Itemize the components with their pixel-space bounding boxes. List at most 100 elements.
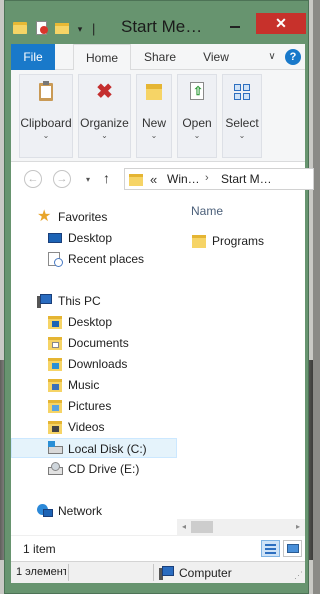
scroll-right-icon[interactable]: ▸	[291, 519, 305, 535]
forward-button[interactable]: →	[53, 170, 71, 188]
folder-icon	[129, 172, 143, 186]
tree-item-network[interactable]: Network	[11, 501, 177, 521]
status-bar: 1 элемент Computer ⋰	[11, 561, 305, 583]
list-item-programs[interactable]: Programs	[189, 231, 299, 251]
recent-places-icon	[47, 251, 63, 267]
cd-drive-icon	[47, 461, 63, 477]
tree-item-label: Favorites	[58, 210, 108, 224]
clipboard-button[interactable]: Clipboard ⌄	[19, 74, 73, 158]
chevron-down-icon: ⌄	[193, 131, 201, 140]
tree-item-label: Music	[68, 378, 100, 392]
tab-share[interactable]: Share	[135, 44, 185, 70]
status-row: 1 item	[11, 535, 305, 561]
network-icon	[37, 503, 53, 519]
computer-icon	[37, 293, 53, 309]
new-button[interactable]: New ⌄	[136, 74, 172, 158]
up-button[interactable]: ↑	[103, 170, 110, 186]
new-folder-icon[interactable]	[55, 20, 71, 36]
content-area: ★ Favorites Desktop Recent places This P…	[11, 195, 305, 535]
scroll-left-icon[interactable]: ◂	[177, 519, 191, 535]
clipboard-icon	[35, 81, 57, 103]
organize-label: Organize	[80, 116, 129, 130]
quick-access-dropdown-icon[interactable]: ▾	[72, 22, 88, 36]
tree-item-recent-places[interactable]: Recent places	[11, 249, 177, 269]
tab-view[interactable]: View	[193, 44, 239, 70]
properties-icon[interactable]	[34, 20, 50, 36]
breadcrumb-windows[interactable]: Win…	[167, 172, 200, 186]
status-bar-location: Computer	[179, 566, 232, 580]
recent-locations-icon[interactable]: ▾	[86, 175, 90, 184]
title-bar[interactable]: ▾ | Start Me… ✕	[5, 1, 308, 41]
tree-item-documents[interactable]: Documents	[11, 333, 177, 353]
back-button[interactable]: ←	[24, 170, 42, 188]
select-label: Select	[225, 116, 259, 130]
videos-folder-icon	[47, 419, 63, 435]
music-folder-icon	[47, 377, 63, 393]
help-icon[interactable]: ?	[285, 49, 301, 65]
ribbon-collapse-icon[interactable]: ∨	[265, 50, 279, 64]
desktop-folder-icon	[47, 314, 63, 330]
breadcrumb-separator[interactable]: ›	[205, 172, 209, 184]
large-icons-view-button[interactable]	[283, 540, 302, 557]
details-view-button[interactable]	[261, 540, 280, 557]
open-label: Open	[182, 116, 212, 130]
documents-folder-icon	[47, 335, 63, 351]
tree-item-label: Local Disk (C:)	[68, 442, 147, 456]
tree-item-label: Recent places	[68, 252, 145, 266]
tree-item-label: CD Drive (E:)	[68, 462, 140, 476]
column-header-name[interactable]: Name	[191, 204, 223, 218]
open-button[interactable]: ⇧ Open ⌄	[177, 74, 217, 158]
computer-icon	[159, 565, 175, 581]
title-separator: |	[92, 21, 96, 36]
minimize-icon	[230, 26, 240, 28]
close-button[interactable]: ✕	[256, 13, 306, 34]
chevron-down-icon: ⌄	[101, 131, 108, 140]
select-button[interactable]: Select ⌄	[222, 74, 262, 158]
tree-item-label: This PC	[58, 294, 101, 308]
resize-grip-icon[interactable]: ⋰	[294, 570, 303, 581]
tree-item-downloads[interactable]: Downloads	[11, 354, 177, 374]
star-icon: ★	[37, 208, 52, 225]
horizontal-scrollbar[interactable]: ◂ ▸	[177, 519, 305, 535]
details-view-icon	[265, 544, 276, 546]
tree-item-music[interactable]: Music	[11, 375, 177, 395]
pictures-folder-icon	[47, 398, 63, 414]
tree-item-local-disk[interactable]: Local Disk (C:)	[11, 438, 177, 458]
tab-home[interactable]: Home	[73, 44, 131, 71]
explorer-window: ▾ | Start Me… ✕ File Home Share View ∨ ?…	[4, 0, 314, 594]
file-list: Name Programs	[177, 195, 305, 535]
organize-button[interactable]: ✖ Organize ⌄	[78, 74, 131, 158]
tree-item-pc-desktop[interactable]: Desktop	[11, 312, 177, 332]
tree-item-desktop[interactable]: Desktop	[11, 228, 177, 248]
folder-icon	[191, 233, 207, 249]
list-item-label: Programs	[212, 234, 265, 248]
minimize-button[interactable]	[222, 13, 248, 34]
select-icon	[231, 81, 253, 103]
new-folder-icon	[143, 81, 165, 103]
tree-item-label: Videos	[68, 420, 105, 434]
tree-item-cd-drive[interactable]: CD Drive (E:)	[11, 459, 177, 479]
tree-item-label: Downloads	[68, 357, 128, 371]
window-title: Start Me…	[121, 17, 203, 36]
navigation-bar: ← → ▾ ↑ « Win… › Start M…	[11, 162, 314, 195]
tree-item-label: Desktop	[68, 231, 113, 245]
address-bar[interactable]: « Win… › Start M…	[124, 168, 314, 190]
tree-item-videos[interactable]: Videos	[11, 417, 177, 437]
chevron-down-icon: ⌄	[42, 131, 50, 140]
ribbon-body: Clipboard ⌄ ✖ Organize ⌄ New ⌄ ⇧ Open ⌄ …	[11, 70, 305, 162]
new-label: New	[141, 116, 166, 130]
tree-item-label: Documents	[68, 336, 129, 350]
organize-icon: ✖	[96, 81, 113, 103]
tree-item-favorites[interactable]: ★ Favorites	[11, 207, 177, 227]
breadcrumb-start-menu[interactable]: Start M…	[221, 172, 272, 186]
item-count: 1 item	[23, 542, 56, 556]
local-disk-icon	[47, 441, 63, 457]
scrollbar-thumb[interactable]	[191, 521, 213, 533]
address-overflow[interactable]: «	[150, 172, 157, 187]
tree-item-this-pc[interactable]: This PC	[11, 291, 177, 311]
tree-item-pictures[interactable]: Pictures	[11, 396, 177, 416]
tab-file[interactable]: File	[11, 44, 55, 70]
open-icon: ⇧	[186, 81, 208, 103]
folder-icon[interactable]	[13, 20, 29, 36]
downloads-folder-icon	[47, 356, 63, 372]
